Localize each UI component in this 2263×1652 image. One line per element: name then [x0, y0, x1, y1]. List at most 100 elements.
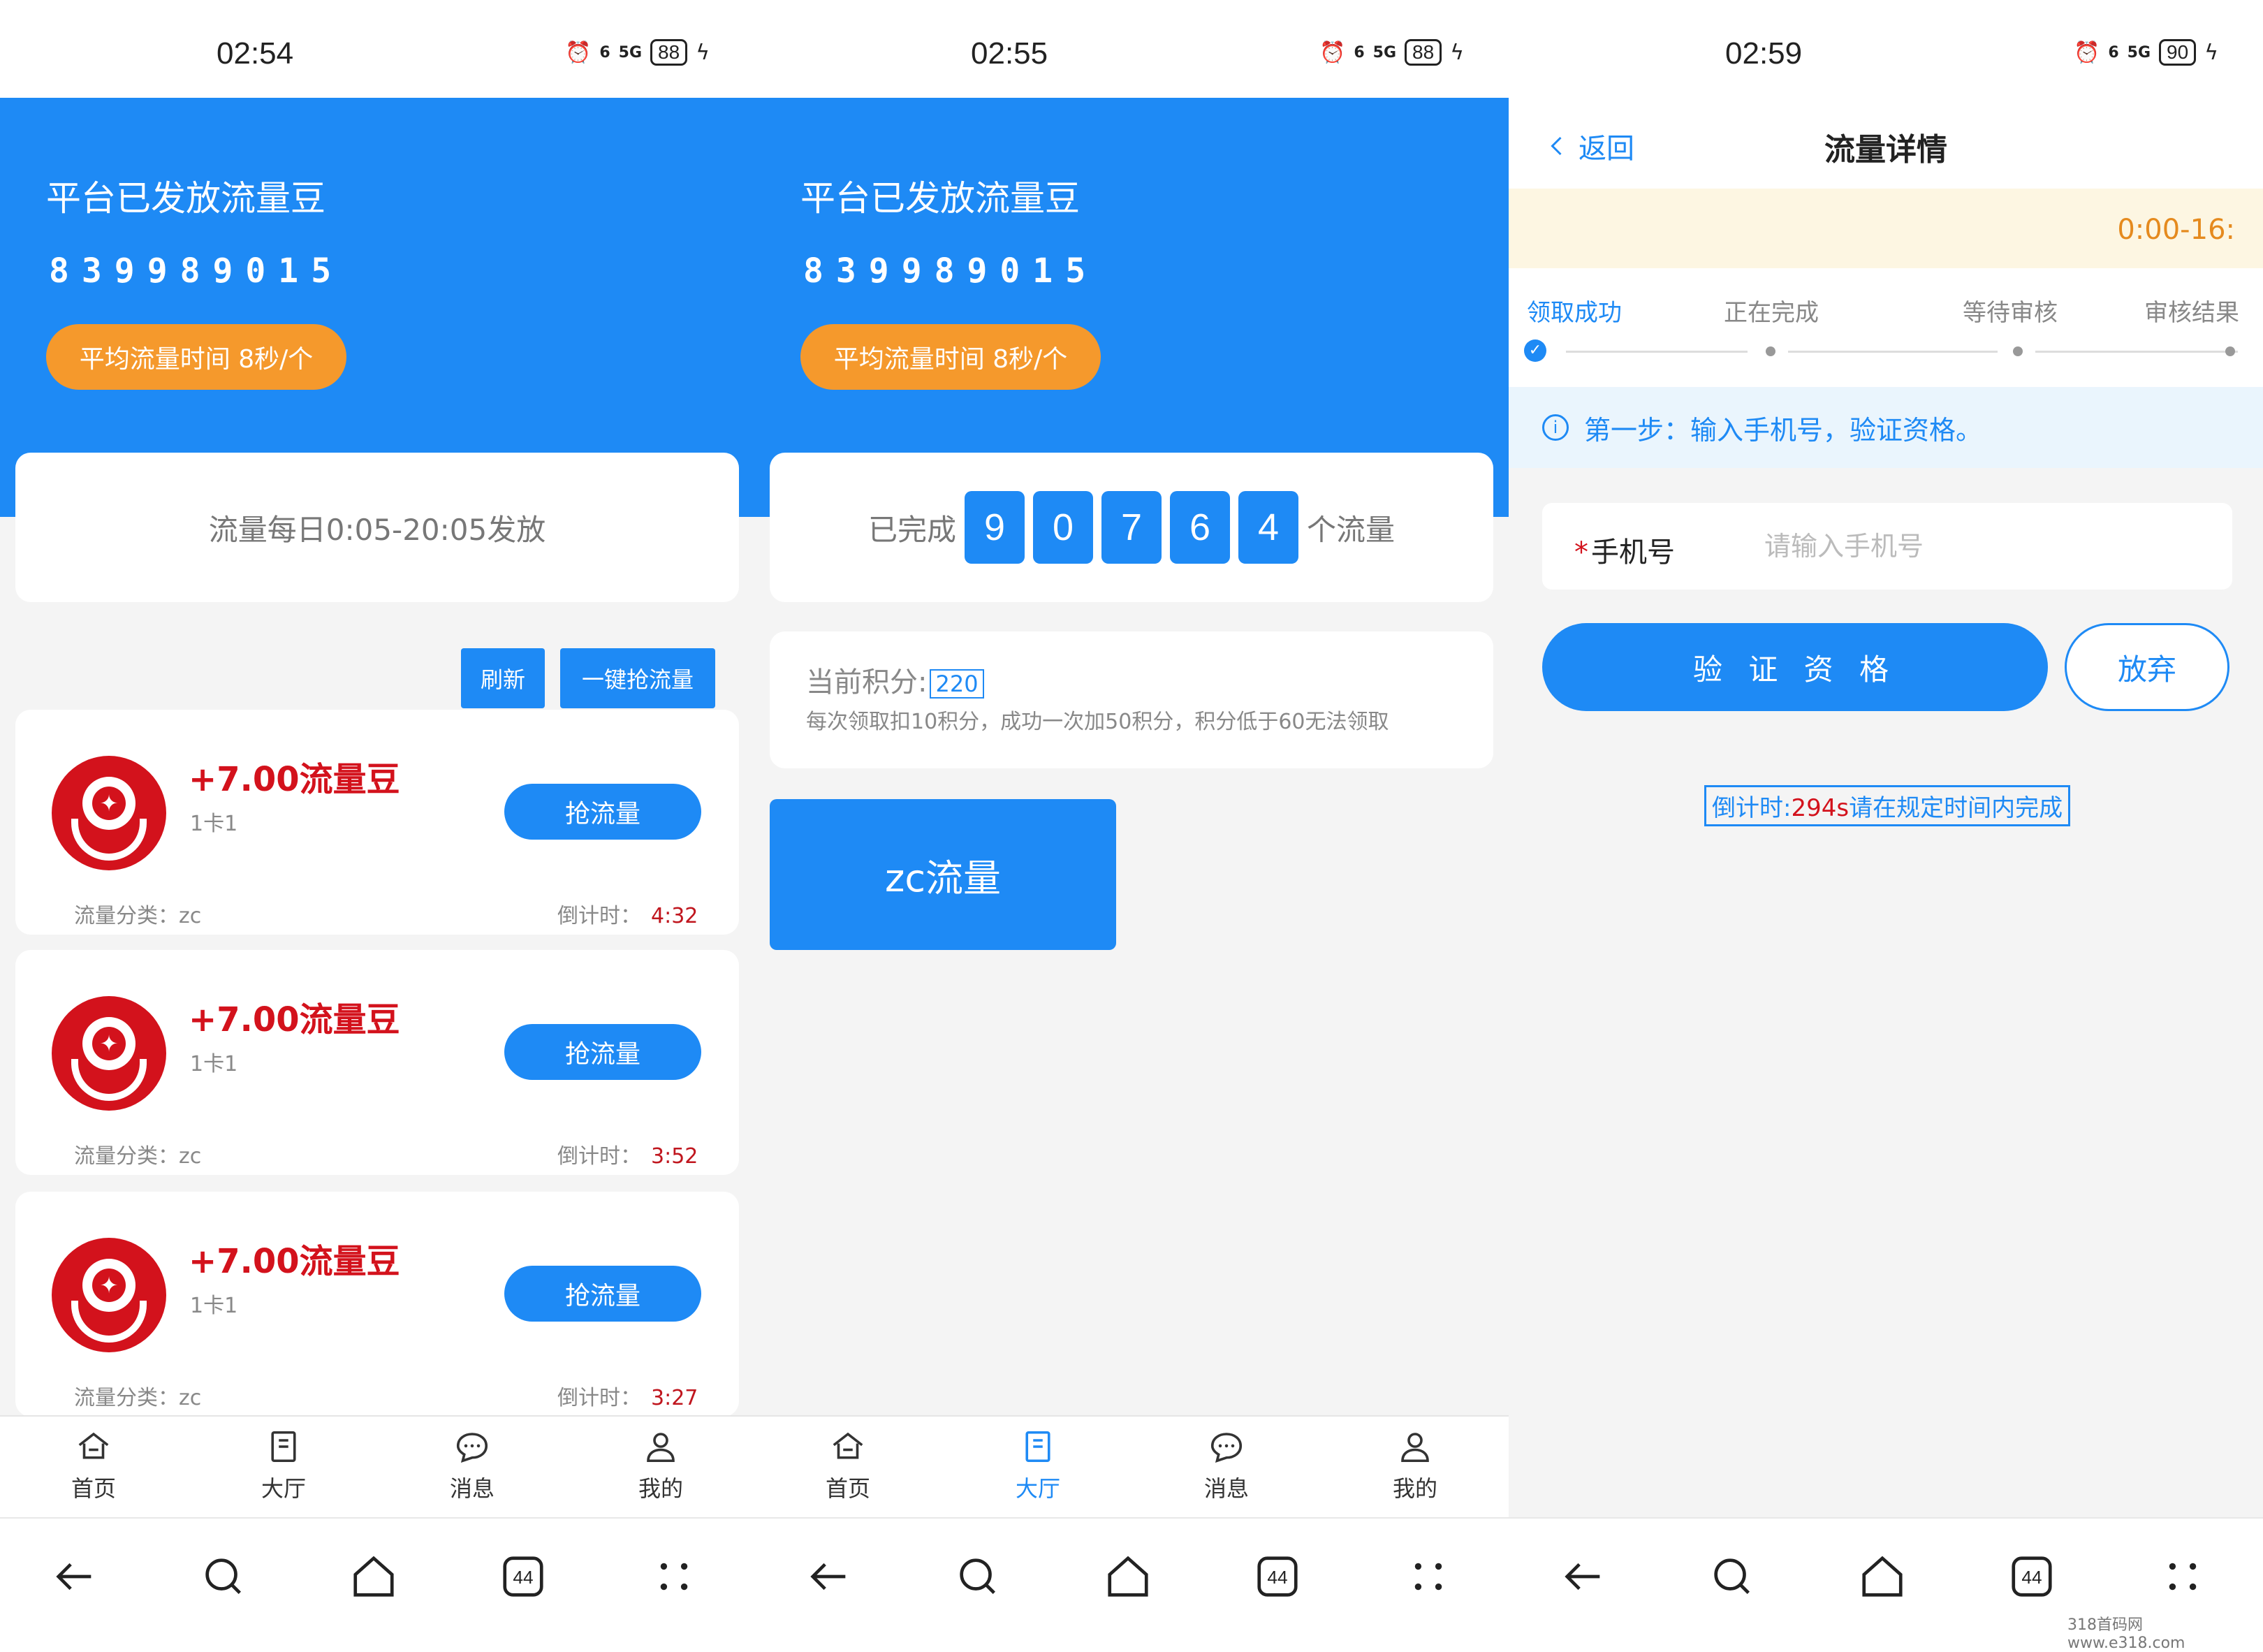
charging-icon: ϟ	[2204, 40, 2218, 65]
arrow-left-icon	[810, 1563, 846, 1591]
message-icon	[456, 1433, 488, 1463]
grab-button[interactable]: 抢流量	[504, 1024, 701, 1080]
tab-messages[interactable]: 消息	[1178, 1428, 1275, 1503]
recents-nav-button[interactable]: 44	[1253, 1552, 1302, 1601]
grab-all-button[interactable]: 一键抢流量	[560, 648, 715, 708]
refresh-button[interactable]: 刷新	[461, 648, 545, 708]
home-icon	[353, 1556, 394, 1597]
screen-lobby-list: 02:54 ⏰ 6 5G 88 ϟ 平台已发放流量豆 839989015 平均流…	[0, 0, 754, 1635]
screen-detail: 02:59 ⏰ 6 5G 90 ϟ 流量详情 返回 0:00-16: 领取成功 …	[1509, 0, 2263, 1635]
counter-digit: 0	[1033, 491, 1093, 564]
top-nav-bar: 流量详情 返回	[1509, 98, 2263, 189]
step-label: 正在完成	[1724, 299, 1819, 327]
recents-nav-button[interactable]: 44	[499, 1552, 548, 1601]
item-countdown: 倒计时： 3:27	[557, 1380, 698, 1411]
bottom-tab-bar: 首页 大厅 消息 我的	[0, 1415, 754, 1517]
item-amount: +7.00流量豆	[189, 1000, 400, 1039]
grab-button[interactable]: 抢流量	[504, 784, 701, 840]
alarm-icon: ⏰	[1319, 40, 1346, 65]
time-range: 0:00-16:	[2117, 214, 2235, 246]
phone-input[interactable]	[1764, 522, 2197, 570]
countdown-prefix: 倒计时:	[1712, 794, 1792, 822]
instruction-banner: i 第一步：输入手机号，验证资格。	[1509, 387, 2263, 468]
countdown-value: 3:27	[651, 1386, 698, 1410]
zc-traffic-button[interactable]: zc流量	[770, 799, 1116, 950]
tab-hall[interactable]: 大厅	[235, 1428, 332, 1503]
counter-digit: 7	[1101, 491, 1162, 564]
hero-title: 平台已发放流量豆	[800, 178, 1080, 219]
counter-digit: 4	[1238, 491, 1298, 564]
home-nav-button[interactable]	[349, 1552, 398, 1601]
recents-icon: 44	[2012, 1556, 2052, 1597]
tab-hall[interactable]: 大厅	[989, 1428, 1087, 1503]
chevron-left-icon	[1551, 136, 1562, 156]
home-icon	[78, 1432, 109, 1459]
check-icon: ✓	[1524, 339, 1546, 362]
alarm-icon: ⏰	[2074, 40, 2100, 65]
item-category: 流量分类：zc	[74, 1386, 202, 1410]
give-up-button[interactable]: 放弃	[2065, 623, 2229, 711]
recents-nav-button[interactable]: 44	[2007, 1552, 2056, 1601]
battery-indicator: 90	[2159, 39, 2197, 66]
back-label: 返回	[1579, 133, 1634, 165]
search-nav-button[interactable]	[1708, 1552, 1757, 1601]
tab-home[interactable]: 首页	[45, 1428, 142, 1503]
system-nav-bar: 44	[754, 1517, 1509, 1635]
tab-profile[interactable]: 我的	[612, 1428, 710, 1503]
arrow-left-icon	[1565, 1563, 1600, 1591]
search-nav-button[interactable]	[199, 1552, 248, 1601]
battery-indicator: 88	[1405, 39, 1442, 66]
status-bar: 02:55 ⏰ 6 5G 88 ϟ	[754, 0, 1509, 98]
tab-profile[interactable]: 我的	[1366, 1428, 1464, 1503]
home-nav-button[interactable]	[1858, 1552, 1907, 1601]
item-amount: +7.00流量豆	[189, 760, 400, 799]
battery-indicator: 88	[650, 39, 688, 66]
phone-field: * 手机号	[1542, 503, 2232, 590]
tab-label: 大厅	[1015, 1475, 1060, 1502]
tab-messages[interactable]: 消息	[423, 1428, 521, 1503]
tab-label: 消息	[1203, 1475, 1249, 1502]
signal-icon: 5G	[1372, 43, 1397, 61]
tab-home[interactable]: 首页	[799, 1428, 897, 1503]
status-time: 02:59	[1725, 36, 1803, 71]
counter-suffix: 个流量	[1307, 512, 1396, 547]
hero-number: 839989015	[803, 251, 1099, 291]
grab-button[interactable]: 抢流量	[504, 1266, 701, 1322]
menu-nav-button[interactable]	[2158, 1552, 2207, 1601]
counter-prefix: 已完成	[867, 512, 956, 547]
progress-steps: 领取成功 正在完成 等待审核 审核结果 ✓	[1509, 268, 2263, 387]
score-card: 当前积分: 220 每次领取扣10积分，成功一次加50积分，积分低于60无法领取	[770, 631, 1493, 768]
step-connector	[1788, 351, 1998, 353]
menu-nav-button[interactable]	[650, 1552, 698, 1601]
instruction-text: 第一步：输入手机号，验证资格。	[1584, 414, 1983, 446]
wifi-icon: 6	[599, 43, 610, 61]
status-time: 02:55	[971, 36, 1048, 71]
recents-count: 44	[513, 1567, 533, 1588]
alarm-icon: ⏰	[565, 40, 592, 65]
brand-logo-icon: ✦	[52, 996, 166, 1111]
back-nav-button[interactable]	[50, 1552, 99, 1601]
hero-title: 平台已发放流量豆	[46, 178, 325, 219]
status-bar: 02:54 ⏰ 6 5G 88 ϟ	[0, 0, 754, 98]
signal-icon: 5G	[618, 43, 643, 61]
tab-label: 消息	[449, 1475, 495, 1502]
list-item: ✦ +7.00流量豆 1卡1 抢流量 流量分类：zc 倒计时： 3:27	[15, 1192, 739, 1417]
home-nav-button[interactable]	[1104, 1552, 1152, 1601]
signal-icon: 5G	[2127, 43, 2151, 61]
step-connector	[1566, 351, 1748, 353]
search-nav-button[interactable]	[953, 1552, 1002, 1601]
item-subtitle: 1卡1	[190, 1294, 238, 1318]
back-nav-button[interactable]	[805, 1552, 854, 1601]
back-button[interactable]: 返回	[1545, 126, 1634, 166]
item-countdown: 倒计时： 3:52	[557, 1139, 698, 1169]
item-subtitle: 1卡1	[190, 1052, 238, 1076]
screen-hall: 02:55 ⏰ 6 5G 88 ϟ 平台已发放流量豆 839989015 平均流…	[754, 0, 1509, 1635]
item-amount: +7.00流量豆	[189, 1242, 400, 1281]
back-nav-button[interactable]	[1559, 1552, 1608, 1601]
counter-digit: 9	[965, 491, 1025, 564]
list-item: ✦ +7.00流量豆 1卡1 抢流量 流量分类：zc 倒计时： 4:32	[15, 710, 739, 935]
verify-button[interactable]: 验 证 资 格	[1542, 623, 2048, 711]
wifi-icon: 6	[2108, 43, 2119, 61]
recents-count: 44	[1267, 1567, 1287, 1588]
menu-nav-button[interactable]	[1404, 1552, 1453, 1601]
